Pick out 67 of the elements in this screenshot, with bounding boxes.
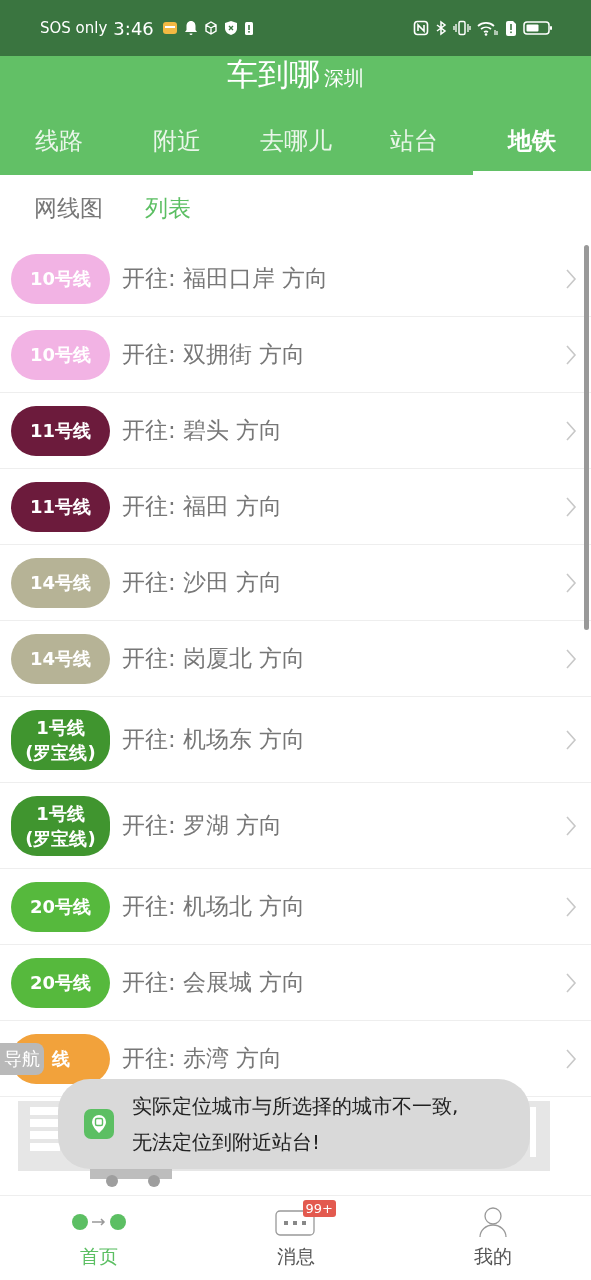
app-notification-icon: [161, 20, 178, 36]
sim-alert-icon: [505, 20, 517, 36]
line-badge: 20号线: [11, 881, 110, 932]
line-badge: 11号线: [11, 405, 110, 456]
battery-icon: [523, 20, 553, 36]
tab[interactable]: 地铁: [472, 110, 591, 175]
carrier-text: SOS only: [40, 19, 108, 37]
bell-icon: [183, 20, 198, 36]
line-badge: 1号线 (罗宝线): [11, 795, 110, 856]
line-badge: 20号线: [11, 957, 110, 1008]
line-badge: 1号线 (罗宝线): [11, 709, 110, 770]
line-badge: 14号线: [11, 633, 110, 684]
nav-item[interactable]: 我的: [394, 1196, 591, 1280]
cube-icon: [203, 20, 218, 36]
direction-text: 开往: 福田 方向: [122, 492, 284, 521]
route-icon: [70, 1212, 127, 1232]
line-badge: 14号线: [11, 557, 110, 608]
clock-text: 3:46: [113, 17, 154, 39]
direction-text: 开往: 机场北 方向: [122, 892, 307, 921]
line-badge: 10号线: [11, 329, 110, 380]
direction-text: 开往: 碧头 方向: [122, 416, 284, 445]
chevron-right-icon: [565, 419, 577, 442]
route-row[interactable]: 11号线 开往: 碧头 方向: [0, 393, 591, 469]
direction-text: 开往: 岗厦北 方向: [122, 644, 307, 673]
vibrate-icon: [453, 20, 471, 36]
route-row[interactable]: 11号线 开往: 福田 方向: [0, 469, 591, 545]
route-row[interactable]: 20号线 开往: 会展城 方向: [0, 945, 591, 1021]
unread-count: 99+: [302, 1200, 336, 1217]
nav-item[interactable]: 99+ 消息: [197, 1196, 394, 1280]
bus-stop-icon: [84, 1109, 114, 1139]
route-row[interactable]: 1号线 (罗宝线) 开往: 机场东 方向: [0, 697, 591, 783]
route-row[interactable]: 10号线 开往: 福田口岸 方向: [0, 241, 591, 317]
chevron-right-icon: [565, 814, 577, 837]
chevron-right-icon: [565, 1047, 577, 1070]
direction-text: 开往: 沙田 方向: [122, 568, 284, 597]
chevron-right-icon: [565, 647, 577, 670]
chevron-right-icon: [565, 343, 577, 366]
route-row[interactable]: 1号线 (罗宝线) 开往: 罗湖 方向: [0, 783, 591, 869]
chevron-right-icon: [565, 571, 577, 594]
chevron-right-icon: [565, 728, 577, 751]
city-label[interactable]: 深圳: [324, 65, 364, 92]
nfc-icon: [413, 20, 429, 36]
wifi-icon: [477, 20, 499, 36]
route-row[interactable]: 14号线 开往: 沙田 方向: [0, 545, 591, 621]
chevron-right-icon: [565, 971, 577, 994]
chevron-right-icon: [565, 267, 577, 290]
shield-icon: [223, 20, 238, 36]
direction-text: 开往: 机场东 方向: [122, 725, 307, 754]
person-icon: [477, 1206, 508, 1238]
direction-text: 开往: 会展城 方向: [122, 968, 307, 997]
direction-text: 开往: 双拥街 方向: [122, 340, 307, 369]
nav-item[interactable]: 首页: [0, 1196, 197, 1280]
app-title: 车到哪: [227, 56, 320, 92]
route-row[interactable]: 14号线 开往: 岗厦北 方向: [0, 621, 591, 697]
route-row[interactable]: 10号线 开往: 双拥街 方向: [0, 317, 591, 393]
direction-text: 开往: 福田口岸 方向: [122, 264, 330, 293]
battery-alert-icon: [243, 20, 254, 36]
view-tab[interactable]: 网线图: [20, 192, 117, 224]
view-tab[interactable]: 列表: [131, 192, 205, 224]
route-row[interactable]: 20号线 开往: 机场北 方向: [0, 869, 591, 945]
direction-text: 开往: 赤湾 方向: [122, 1044, 284, 1073]
bluetooth-icon: [435, 20, 447, 36]
direction-text: 开往: 罗湖 方向: [122, 811, 284, 840]
line-badge: 11号线: [11, 481, 110, 532]
line-badge: 10号线: [11, 253, 110, 304]
chevron-right-icon: [565, 895, 577, 918]
chevron-right-icon: [565, 495, 577, 518]
